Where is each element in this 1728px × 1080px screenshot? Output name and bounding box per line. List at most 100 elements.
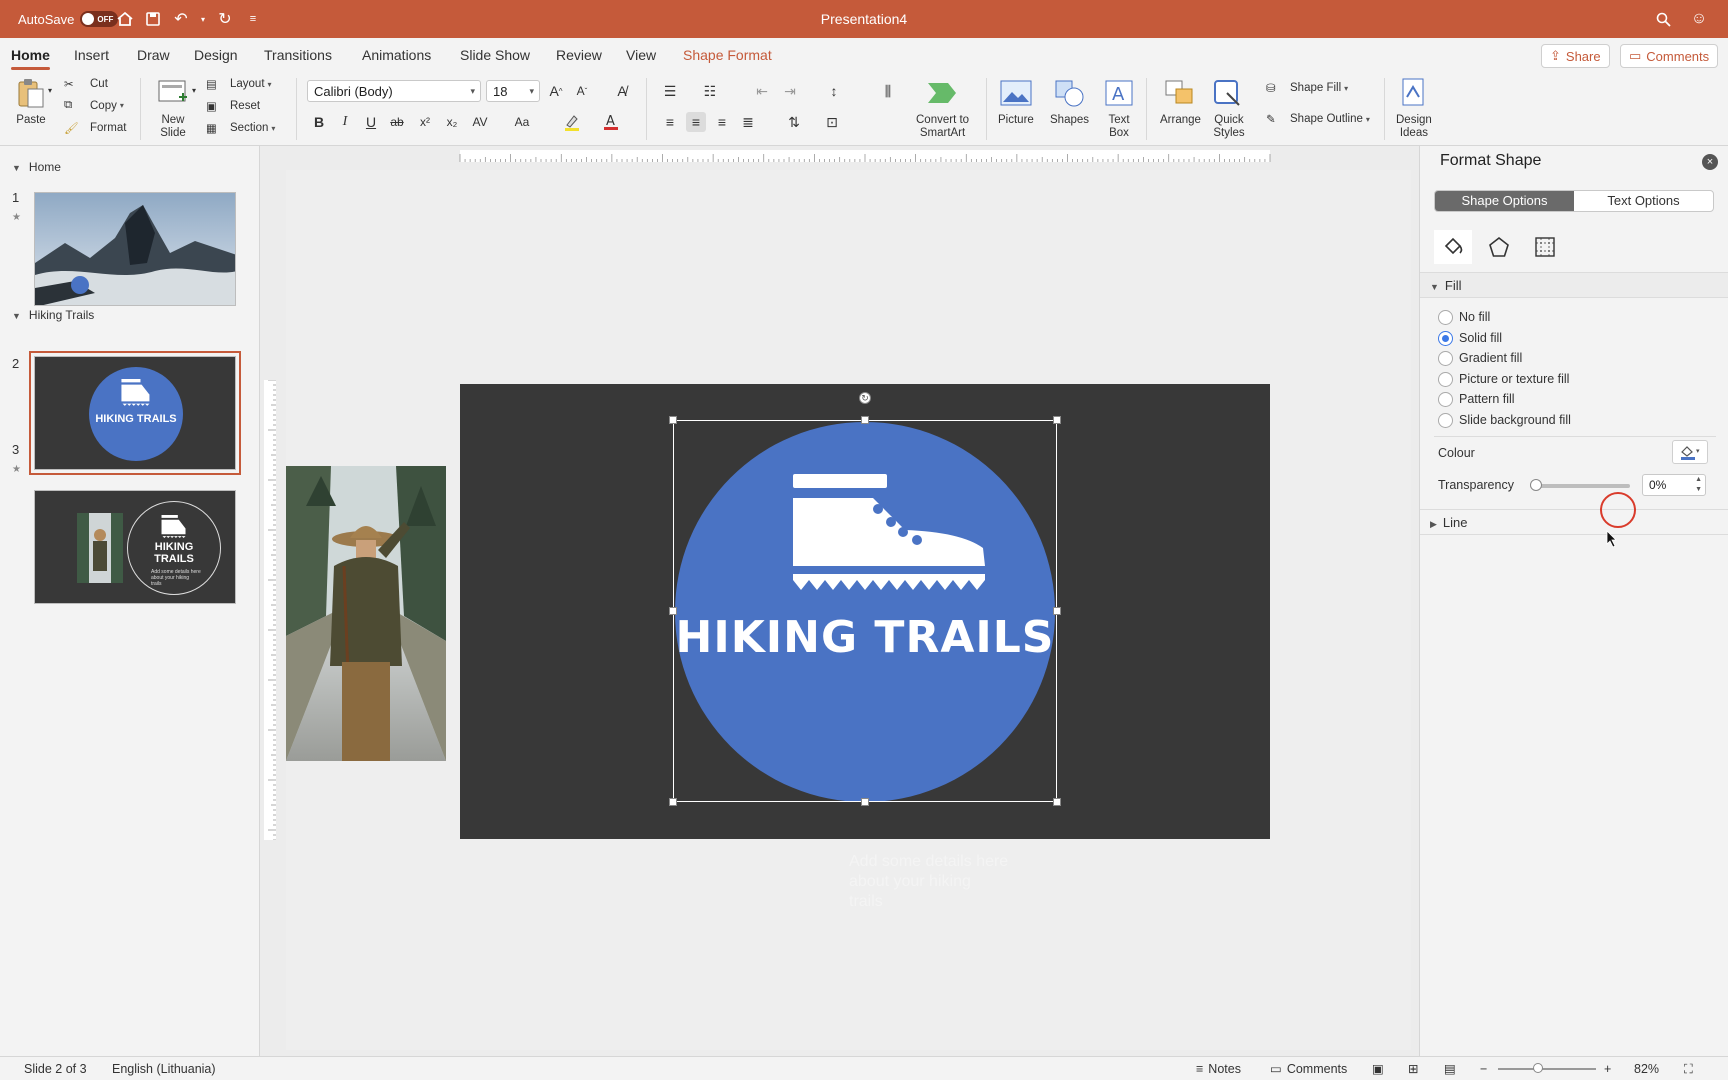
autosave-toggle[interactable]: OFF: [80, 11, 119, 27]
transparency-input[interactable]: 0% ▲ ▼: [1642, 474, 1706, 496]
align-text-icon[interactable]: ⊡: [822, 112, 842, 132]
tab-view[interactable]: View: [626, 38, 656, 72]
paste-button[interactable]: Paste: [14, 76, 48, 127]
justify-icon[interactable]: ≣: [738, 112, 758, 132]
layout-button[interactable]: ▤ Layout ▾: [206, 77, 272, 91]
shape-outline-button[interactable]: ✎ Shape Outline ▾: [1266, 112, 1370, 126]
feedback-smiley-icon[interactable]: ☺: [1688, 8, 1710, 30]
undo-dropdown-icon[interactable]: ▾: [198, 8, 208, 30]
resize-handle-top-right[interactable]: [1053, 416, 1061, 424]
section-button[interactable]: ▦ Section ▾: [206, 121, 275, 135]
radio-button[interactable]: [1438, 309, 1453, 325]
slider-knob[interactable]: [1530, 479, 1542, 491]
fill-section-header[interactable]: ▼ Fill: [1420, 272, 1728, 298]
tab-design[interactable]: Design: [194, 38, 238, 72]
decrease-font-size-icon[interactable]: Aˇ: [572, 81, 592, 101]
status-comments-button[interactable]: ▭ Comments: [1270, 1057, 1347, 1080]
font-color-icon[interactable]: A: [601, 112, 621, 132]
increase-font-size-icon[interactable]: A ^: [546, 81, 566, 101]
underline-icon[interactable]: U: [361, 112, 381, 132]
zoom-level[interactable]: 82%: [1634, 1057, 1659, 1080]
bullets-icon[interactable]: ☰: [660, 81, 680, 101]
align-right-icon[interactable]: ≡: [712, 112, 732, 132]
tab-slide-show[interactable]: Slide Show: [460, 38, 530, 72]
superscript-icon[interactable]: x²: [415, 112, 435, 132]
hiker-photo[interactable]: [286, 466, 446, 761]
tab-draw[interactable]: Draw: [137, 38, 170, 72]
comments-button[interactable]: ▭ Comments: [1620, 44, 1719, 68]
undo-icon[interactable]: ↶: [170, 8, 192, 30]
clear-formatting-icon[interactable]: A̸: [612, 81, 632, 101]
change-case-icon[interactable]: Aa: [512, 112, 532, 132]
slide-thumbnail-1[interactable]: [34, 192, 236, 306]
details-text-box[interactable]: Add some details here about your hiking …: [849, 852, 1009, 912]
new-slide-dropdown-icon[interactable]: ▾: [192, 86, 196, 95]
text-box-button[interactable]: A Text Box: [1102, 76, 1136, 140]
format-painter-button[interactable]: 🖌 Format: [64, 121, 126, 135]
stepper-arrows-icon[interactable]: ▲ ▼: [1695, 475, 1702, 495]
resize-handle-bottom-left[interactable]: [669, 798, 677, 806]
radio-gradient-fill[interactable]: Gradient fill: [1438, 349, 1522, 367]
rotate-handle-icon[interactable]: ↻: [859, 392, 871, 404]
tab-transitions[interactable]: Transitions: [264, 38, 332, 72]
radio-button[interactable]: [1438, 350, 1453, 366]
radio-no-fill[interactable]: No fill: [1438, 308, 1490, 326]
design-ideas-button[interactable]: Design Ideas: [1396, 76, 1432, 140]
decrease-indent-icon[interactable]: ⇤: [752, 81, 772, 101]
reset-button[interactable]: ▣ Reset: [206, 99, 260, 113]
reading-view-icon[interactable]: ▤: [1444, 1057, 1456, 1080]
quick-styles-button[interactable]: Quick Styles: [1212, 76, 1246, 140]
resize-handle-bottom-right[interactable]: [1053, 798, 1061, 806]
resize-handle-top-left[interactable]: [669, 416, 677, 424]
font-size-combo[interactable]: 18 ▾: [486, 80, 540, 102]
radio-button[interactable]: [1438, 412, 1453, 428]
home-icon[interactable]: [114, 8, 136, 30]
text-direction-icon[interactable]: ⇅: [784, 112, 804, 132]
zoom-in-icon[interactable]: +: [1604, 1057, 1611, 1080]
tab-insert[interactable]: Insert: [74, 38, 109, 72]
columns-icon[interactable]: ⫼: [878, 81, 898, 101]
close-icon[interactable]: ×: [1702, 154, 1718, 170]
size-properties-icon[interactable]: [1526, 230, 1564, 264]
zoom-slider[interactable]: [1498, 1068, 1596, 1070]
radio-slide-background-fill[interactable]: Slide background fill: [1438, 411, 1571, 429]
italic-icon[interactable]: I: [335, 112, 355, 132]
zoom-slider-knob[interactable]: [1533, 1063, 1543, 1073]
subscript-icon[interactable]: x₂: [442, 112, 462, 132]
redo-icon[interactable]: ↻: [214, 8, 236, 30]
layout-dropdown-icon[interactable]: ▾: [268, 80, 272, 89]
slide-sorter-icon[interactable]: ⊞: [1408, 1057, 1418, 1080]
shape-fill-button[interactable]: ⛁ Shape Fill ▾: [1266, 81, 1348, 95]
shape-fill-dropdown-icon[interactable]: ▾: [1344, 84, 1348, 93]
copy-button[interactable]: ⧉ Copy ▾: [64, 99, 124, 112]
autosave[interactable]: AutoSave OFF: [18, 0, 119, 38]
new-slide-button[interactable]: New Slide: [156, 76, 190, 140]
tab-shape-options[interactable]: Shape Options: [1435, 191, 1574, 211]
convert-smartart-button[interactable]: Convert to SmartArt: [916, 76, 969, 140]
increase-indent-icon[interactable]: ⇥: [780, 81, 800, 101]
tab-animations[interactable]: Animations: [362, 38, 431, 72]
align-left-icon[interactable]: ≡: [660, 112, 680, 132]
tab-text-options[interactable]: Text Options: [1574, 191, 1713, 211]
effects-pentagon-icon[interactable]: [1480, 230, 1518, 264]
customize-toolbar-icon[interactable]: ≡: [242, 8, 264, 30]
resize-handle-bottom[interactable]: [861, 798, 869, 806]
radio-picture-texture-fill[interactable]: Picture or texture fill: [1438, 370, 1569, 388]
resize-handle-top[interactable]: [861, 416, 869, 424]
radio-button-checked[interactable]: [1438, 330, 1453, 346]
paste-dropdown-icon[interactable]: ▾: [48, 86, 52, 95]
fill-line-icon[interactable]: [1434, 230, 1472, 264]
radio-solid-fill[interactable]: Solid fill: [1438, 329, 1502, 347]
section-home[interactable]: ▼ Home: [12, 160, 61, 174]
bold-icon[interactable]: B: [309, 112, 329, 132]
section-dropdown-icon[interactable]: ▾: [271, 124, 275, 133]
shapes-button[interactable]: Shapes: [1050, 76, 1089, 127]
tab-shape-format[interactable]: Shape Format: [683, 38, 772, 72]
font-name-combo[interactable]: Calibri (Body) ▾: [307, 80, 481, 102]
arrange-button[interactable]: Arrange: [1160, 76, 1201, 127]
language-indicator[interactable]: English (Lithuania): [112, 1057, 216, 1080]
line-section-header[interactable]: ▶ Line: [1420, 509, 1728, 535]
normal-view-icon[interactable]: ▣: [1372, 1057, 1384, 1080]
character-spacing-icon[interactable]: AV: [470, 112, 490, 132]
picture-button[interactable]: Picture: [998, 76, 1034, 127]
